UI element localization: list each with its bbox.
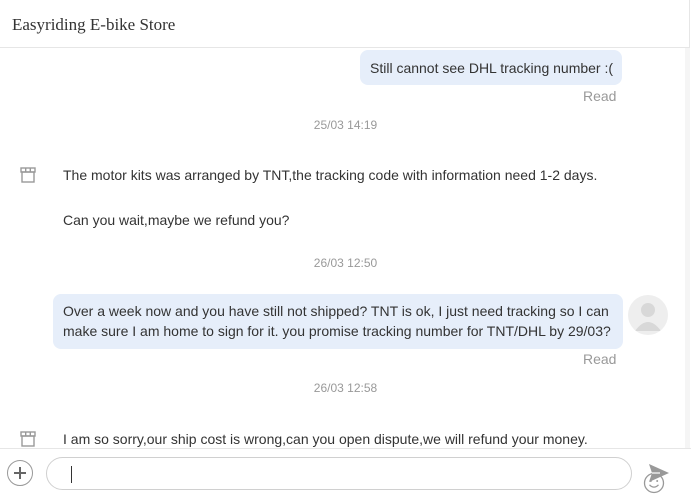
send-icon[interactable] [648,463,670,483]
add-attachment-button[interactable] [7,460,33,486]
store-icon [20,431,36,447]
incoming-message: Can you wait,maybe we refund you? [63,212,290,228]
timestamp: 25/03 14:19 [313,118,378,132]
store-name-title: Easyriding E-bike Store [12,15,176,34]
message-input[interactable] [63,463,587,487]
chat-header: Easyriding E-bike Store [0,0,690,48]
incoming-message: The motor kits was arranged by TNT,the t… [63,167,598,183]
message-text: Still cannot see DHL tracking number :( [370,60,614,76]
message-input-container[interactable] [46,457,665,494]
timestamp: 26/03 12:50 [313,256,378,270]
message-composer [0,448,691,496]
message-text: make sure I am home to sign for it. you … [63,323,611,339]
store-icon [20,167,36,183]
incoming-message: I am so sorry,our ship cost is wrong,can… [63,431,588,447]
message-list[interactable]: Still cannot see DHL tracking number :( … [0,48,684,448]
read-status: Read [583,88,617,104]
outgoing-message: Over a week now and you have still not s… [53,294,623,349]
text-cursor [71,466,72,483]
timestamp: 26/03 12:58 [313,381,378,395]
outgoing-message: Still cannot see DHL tracking number :( [360,50,622,85]
user-avatar [628,295,668,335]
scrollbar[interactable] [685,48,690,448]
read-status: Read [583,351,617,367]
message-text: Over a week now and you have still not s… [63,303,609,319]
